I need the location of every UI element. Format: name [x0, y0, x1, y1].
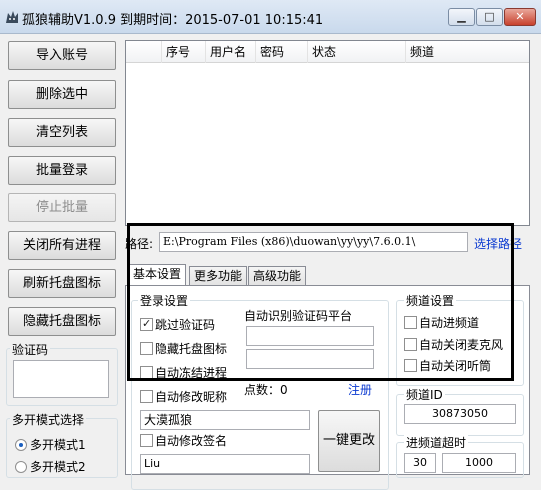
login-settings-title: 登录设置: [138, 292, 191, 309]
one-click-change-button[interactable]: 一键更改: [318, 410, 380, 472]
import-accounts-button[interactable]: 导入账号: [8, 41, 116, 70]
checkbox-empty-icon: [404, 359, 417, 372]
column-channel[interactable]: 频道: [406, 41, 529, 63]
channel-id-input[interactable]: 30873050: [404, 404, 516, 424]
tab-advanced-features[interactable]: 高级功能: [248, 266, 307, 286]
column-status[interactable]: 状态: [308, 41, 406, 63]
skip-captcha-label: 跳过验证码: [155, 318, 216, 332]
radio-empty-icon: [15, 461, 27, 473]
close-all-processes-button[interactable]: 关闭所有进程: [8, 231, 116, 260]
auto-change-nickname-checkbox[interactable]: 自动修改昵称: [140, 390, 227, 406]
column-index[interactable]: 序号: [162, 41, 206, 63]
multi-mode-title: 多开模式选择: [10, 411, 87, 428]
account-list[interactable]: 序号 用户名 密码 状态 频道: [125, 40, 530, 226]
column-password[interactable]: 密码: [256, 41, 308, 63]
register-link[interactable]: 注册: [348, 381, 372, 398]
minimize-button[interactable]: ▁: [448, 8, 475, 26]
auto-change-signature-label: 自动修改签名: [155, 434, 228, 448]
checkbox-empty-icon: [140, 342, 153, 355]
channel-id-title: 频道ID: [404, 386, 445, 403]
hide-tray-icon-button[interactable]: 隐藏托盘图标: [8, 307, 116, 336]
multi-mode-1-label: 多开模式1: [30, 438, 86, 452]
path-label: 路径:: [125, 237, 154, 251]
nickname-input[interactable]: 大漠孤狼: [140, 410, 310, 430]
checkbox-empty-icon: [140, 390, 153, 403]
maximize-button[interactable]: □: [476, 8, 503, 26]
checkbox-empty-icon: [404, 338, 417, 351]
auto-enter-channel-label: 自动进频道: [419, 316, 480, 330]
checkbox-empty-icon: [140, 434, 153, 447]
timeout-ms-input[interactable]: 1000: [442, 453, 516, 473]
hide-tray-icon-checkbox[interactable]: 隐藏托盘图标: [140, 342, 227, 358]
auto-enter-channel-checkbox[interactable]: 自动进频道: [404, 316, 479, 332]
auto-mute-earpiece-checkbox[interactable]: 自动关闭听筒: [404, 359, 491, 375]
auto-freeze-checkbox[interactable]: 自动冻结进程: [140, 366, 227, 382]
refresh-tray-icon-button[interactable]: 刷新托盘图标: [8, 269, 116, 298]
timeout-seconds-input[interactable]: 30: [404, 453, 436, 473]
auto-mute-mic-label: 自动关闭麦克风: [419, 338, 504, 352]
checkbox-empty-icon: [404, 316, 417, 329]
stop-batch-button[interactable]: 停止批量: [8, 193, 116, 222]
window-title: 孤狼辅助V1.0.9 到期时间：2015-07-01 10:15:41: [22, 13, 324, 28]
checkmark-icon: [140, 317, 153, 331]
captcha-platform-label: 自动识别验证码平台: [244, 309, 353, 323]
basic-settings-panel: 登录设置 跳过验证码 隐藏托盘图标 自动冻结进程 自动识别验证码平台 点数：0 …: [125, 285, 530, 490]
batch-login-button[interactable]: 批量登录: [8, 156, 116, 185]
captcha-platform-field-1[interactable]: [246, 326, 374, 346]
checkbox-empty-icon: [140, 366, 153, 379]
multi-mode-2-label: 多开模式2: [30, 460, 86, 474]
account-list-header: 序号 用户名 密码 状态 频道: [126, 41, 529, 63]
points-label: 点数：0: [244, 383, 288, 397]
auto-freeze-label: 自动冻结进程: [155, 366, 228, 380]
enter-timeout-title: 进频道超时: [404, 434, 469, 451]
tab-basic-settings[interactable]: 基本设置: [128, 264, 187, 286]
multi-mode-1-radio[interactable]: 多开模式1: [15, 436, 86, 453]
captcha-group-title: 验证码: [10, 341, 51, 358]
auto-change-signature-checkbox[interactable]: 自动修改签名: [140, 434, 227, 450]
delete-selected-button[interactable]: 删除选中: [8, 80, 116, 109]
close-button[interactable]: ✕: [504, 8, 536, 26]
auto-mute-mic-checkbox[interactable]: 自动关闭麦克风: [404, 338, 503, 354]
wolf-app-icon: [6, 11, 18, 23]
select-path-link[interactable]: 选择路径: [474, 235, 522, 252]
channel-settings-title: 频道设置: [404, 292, 457, 309]
auto-mute-earpiece-label: 自动关闭听筒: [419, 359, 492, 373]
tab-more-features[interactable]: 更多功能: [189, 266, 248, 286]
skip-captcha-checkbox[interactable]: 跳过验证码: [140, 317, 216, 334]
signature-input[interactable]: Liu: [140, 454, 310, 474]
title-bar: 孤狼辅助V1.0.9 到期时间：2015-07-01 10:15:41 ▁ □ …: [0, 0, 541, 34]
radio-selected-icon: [15, 439, 27, 451]
auto-change-nickname-label: 自动修改昵称: [155, 390, 228, 404]
captcha-platform-field-2[interactable]: [246, 349, 374, 369]
path-input[interactable]: E:\Program Files (x86)\duowan\yy\yy\7.6.…: [159, 232, 468, 252]
column-username[interactable]: 用户名: [206, 41, 256, 63]
column-blank[interactable]: [126, 41, 162, 63]
hide-tray-icon-label: 隐藏托盘图标: [155, 342, 228, 356]
clear-list-button[interactable]: 清空列表: [8, 118, 116, 147]
main-window: 孤狼辅助V1.0.9 到期时间：2015-07-01 10:15:41 ▁ □ …: [0, 0, 541, 490]
captcha-image-box[interactable]: [13, 360, 109, 398]
